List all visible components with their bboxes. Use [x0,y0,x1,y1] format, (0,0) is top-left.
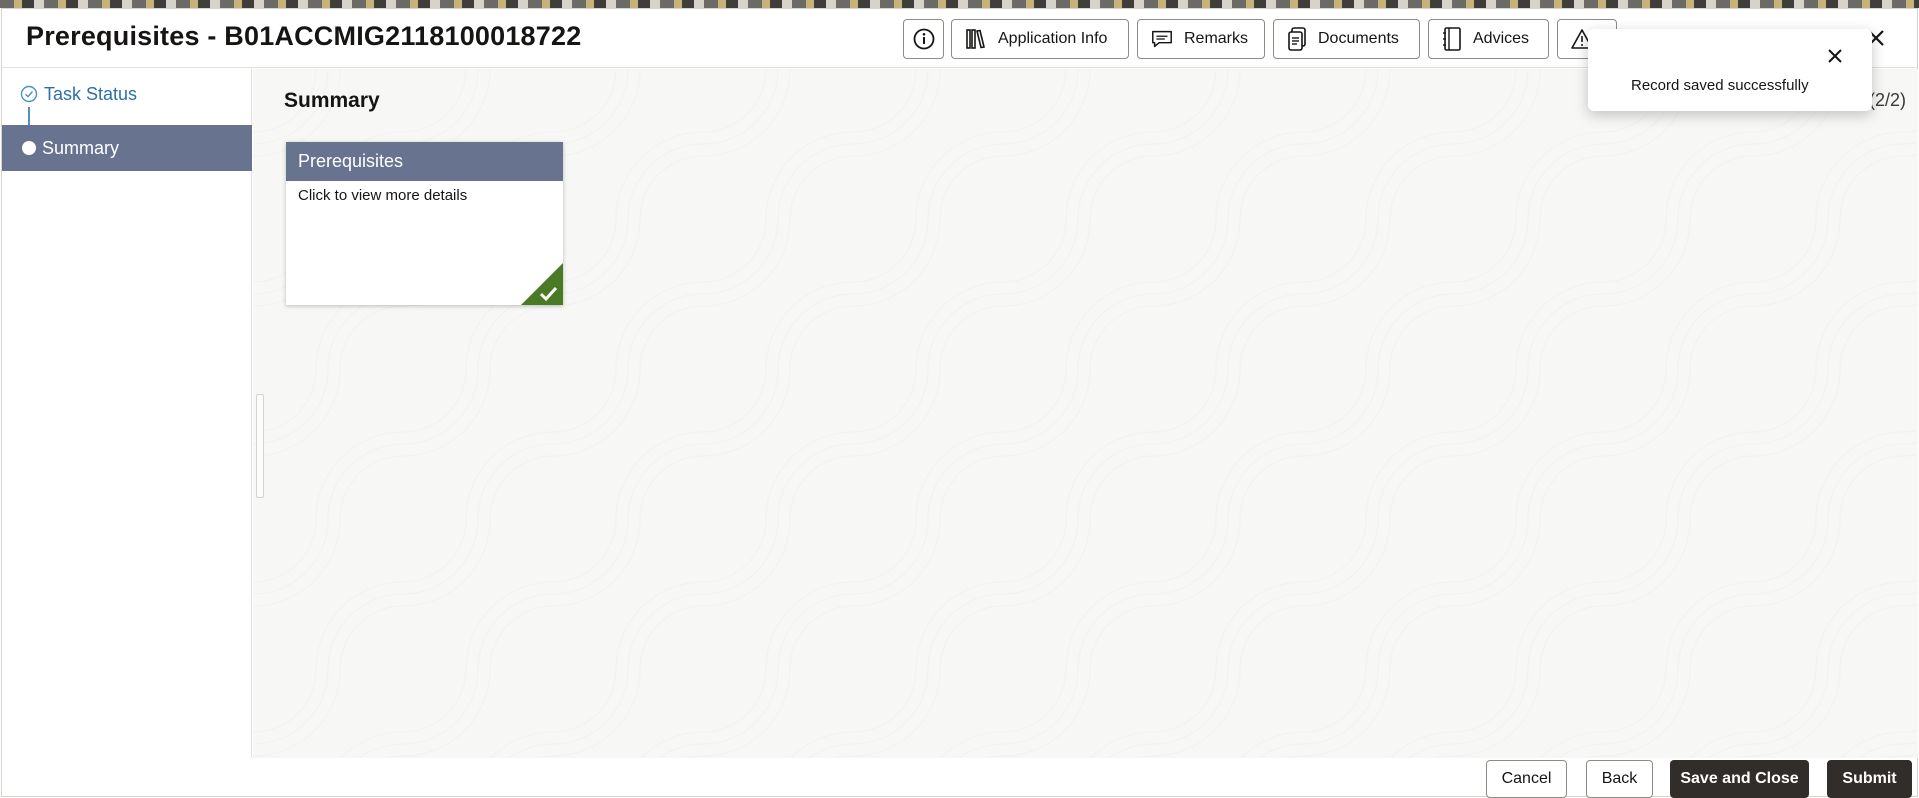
application-info-label: Application Info [998,30,1108,47]
summary-card-prerequisites[interactable]: Prerequisites Click to view more details [286,142,563,305]
main-content: Summary (2/2) Prerequisites Click to vie… [253,69,1918,758]
success-toast: Record saved successfully [1588,29,1872,111]
remarks-label: Remarks [1183,30,1248,47]
submit-button[interactable]: Submit [1827,760,1912,798]
documents-icon [1288,27,1306,51]
save-and-close-button[interactable]: Save and Close [1670,760,1809,798]
advices-button[interactable]: Advices [1428,19,1549,59]
close-icon [1828,49,1842,63]
cancel-button[interactable]: Cancel [1486,760,1567,798]
card-description: Click to view more details [298,187,468,204]
card-title: Prerequisites [286,142,563,181]
advices-label: Advices [1473,30,1530,47]
nav-item-label: Task Status [44,83,138,104]
train-navigation: Task Status Summary [2,69,252,758]
window-backdrop-strip [0,0,1919,8]
documents-label: Documents [1318,30,1399,47]
page-indicator: (2/2) [1868,90,1906,110]
notebook-icon [1443,27,1461,51]
chat-bubble-icon [1152,30,1172,48]
dialog-footer: Cancel Back Save and Close Submit [2,758,1917,798]
documents-button[interactable]: Documents [1273,19,1420,59]
toast-message: Record saved successfully [1631,77,1809,94]
completed-check-icon [521,263,563,305]
library-books-icon [966,29,985,49]
task-dialog: Prerequisites - B01ACCMIG2118100018722 A… [1,8,1918,798]
section-title: Summary [284,89,380,112]
page-title: Prerequisites - B01ACCMIG2118100018722 [26,21,582,51]
application-info-button[interactable]: Application Info [951,19,1129,59]
current-step-dot [22,141,36,155]
info-icon [913,28,934,50]
toast-close-button[interactable] [1824,45,1846,67]
back-button[interactable]: Back [1586,760,1653,798]
nav-item-summary[interactable]: Summary [2,125,252,171]
splitter-handle[interactable] [256,394,264,498]
nav-item-task-status[interactable]: Task Status [20,81,137,107]
remarks-button[interactable]: Remarks [1137,19,1265,59]
nav-item-label: Summary [42,137,120,158]
info-button[interactable] [903,19,944,59]
check-circle-icon [20,85,38,103]
